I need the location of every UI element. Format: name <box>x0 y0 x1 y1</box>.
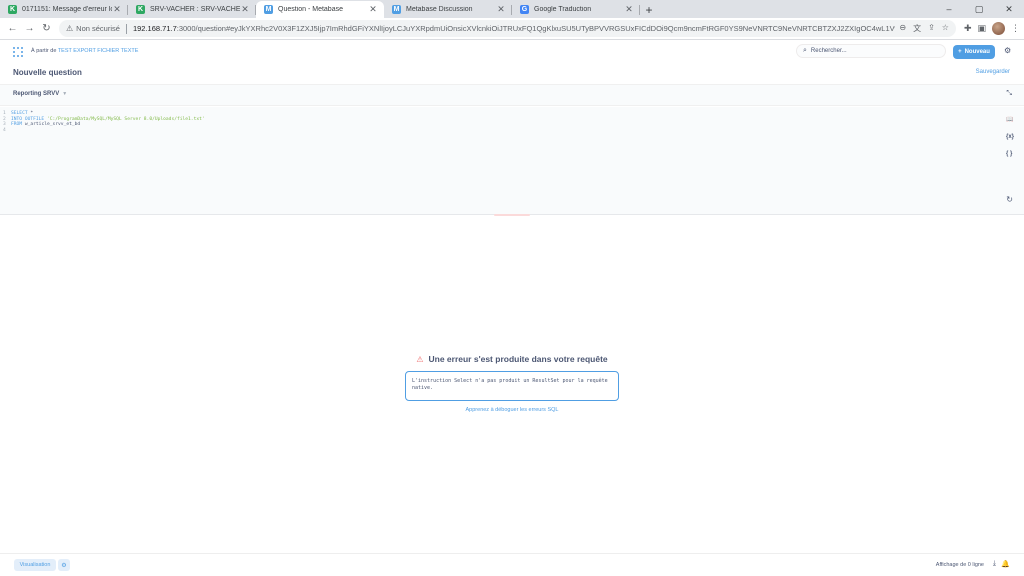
chevron-down-icon: ▼ <box>62 91 68 97</box>
visualization-button[interactable]: Visualisation <box>14 559 56 571</box>
browser-toolbar: ← → ↻ ⚠ Non sécurisé 192.168.71.7:3000/q… <box>0 18 1024 40</box>
code-line[interactable]: 4 <box>3 128 205 134</box>
source-breadcrumb: À partir de TEST EXPORT FICHIER TEXTE <box>31 48 138 54</box>
row-count: Affichage de 0 ligne <box>935 562 984 568</box>
gear-icon[interactable]: ⚙ <box>1004 46 1011 55</box>
variables-icon[interactable]: {x} <box>1006 134 1014 140</box>
sql-editor[interactable]: 1 SELECT * 2 INTO OUTFILE 'C:/ProgramData/M… <box>0 107 1024 215</box>
metabase-logo-icon[interactable] <box>13 47 24 58</box>
close-tab-icon[interactable]: ✕ <box>240 4 250 15</box>
favicon-icon: M <box>392 5 401 14</box>
new-button[interactable]: + Nouveau <box>953 45 995 59</box>
tab-list: K0171151: Message d'erreur lors...✕KSRV-… <box>0 0 640 18</box>
minimize-icon[interactable]: – <box>934 4 964 14</box>
bookmark-star-icon[interactable]: ☆ <box>942 23 949 34</box>
close-tab-icon[interactable]: ✕ <box>368 4 378 15</box>
database-selector[interactable]: Reporting SRVV ▼ <box>13 91 67 97</box>
close-window-icon[interactable]: ✕ <box>994 4 1024 15</box>
editor-tools: 📖 {x} { } <box>1006 116 1014 157</box>
plus-icon: + <box>958 49 962 55</box>
browser-tab[interactable]: M Metabase Discussion ✕ <box>384 1 512 18</box>
database-selector-bar: Reporting SRVV ▼ ⤡ <box>0 84 1024 106</box>
search-icon: ⌕ <box>803 47 807 54</box>
search-placeholder: Rechercher... <box>810 48 847 54</box>
url-text[interactable]: 192.168.71.7:3000/question#eyJkYXRhc2V0X… <box>133 24 895 33</box>
browser-tab[interactable]: K SRV-VACHER : SRV-VACHER ✕ <box>128 1 256 18</box>
browser-tab[interactable]: K 0171151: Message d'erreur lors...✕ <box>0 1 128 18</box>
debug-sql-link[interactable]: Apprenez à déboguer les erreurs SQL <box>0 407 1024 413</box>
browser-tab[interactable]: G Google Traduction ✕ <box>512 1 640 18</box>
warning-icon[interactable]: ⚠ <box>66 24 73 33</box>
snippets-icon[interactable]: { } <box>1006 151 1014 157</box>
source-prefix: À partir de <box>31 48 57 54</box>
favicon-icon: K <box>136 5 145 14</box>
sql-keyword: INTO OUTFILE <box>11 116 45 122</box>
translate-icon[interactable]: 文 <box>913 23 921 34</box>
close-tab-icon[interactable]: ✕ <box>496 4 506 15</box>
new-button-label: Nouveau <box>964 49 990 55</box>
tab-title: Google Traduction <box>534 6 592 13</box>
database-name: Reporting SRVV <box>13 91 60 97</box>
warning-triangle-icon: ⚠ <box>416 355 424 364</box>
url-host: 192.168.71.7 <box>132 24 177 33</box>
search-input[interactable]: ⌕ Rechercher... <box>796 44 946 58</box>
browser-menu-icon[interactable]: ⋮ <box>1011 23 1020 34</box>
tab-title: SRV-VACHER : SRV-VACHER <box>150 6 240 13</box>
close-tab-icon[interactable]: ✕ <box>112 4 122 15</box>
run-query-icon[interactable]: ↻ <box>1006 195 1013 204</box>
window-controls: – ▢ ✕ <box>934 0 1024 18</box>
editor-resize-handle[interactable] <box>494 214 530 216</box>
extensions-icon[interactable]: ✚ <box>964 23 972 34</box>
error-message-box: L'instruction Select n'a pas produit un … <box>405 371 619 401</box>
forward-icon[interactable]: → <box>21 20 38 37</box>
zoom-icon[interactable]: ⊖ <box>899 23 906 34</box>
sql-string: 'C:/ProgramData/MySQL/MySQL Server 8.0/U… <box>46 116 205 122</box>
maximize-icon[interactable]: ▢ <box>964 4 994 15</box>
browser-tab-strip: K0171151: Message d'erreur lors...✕KSRV-… <box>0 0 1024 18</box>
close-tab-icon[interactable]: ✕ <box>624 4 634 15</box>
collapse-editor-icon[interactable]: ⤡ <box>1006 90 1012 98</box>
address-divider <box>125 23 127 34</box>
sql-text: * <box>27 111 34 116</box>
tab-title: 0171151: Message d'erreur lors... <box>22 6 112 13</box>
url-path: :3000/question#eyJkYXRhc2V0X3F1ZXJ5Ijp7I… <box>176 24 896 33</box>
line-number: 4 <box>3 127 6 133</box>
reload-icon[interactable]: ↻ <box>38 20 55 37</box>
tab-separator <box>639 5 640 15</box>
browser-tab[interactable]: M Question - Metabase ✕ <box>256 1 384 18</box>
favicon-icon: K <box>8 5 17 14</box>
alert-bell-icon[interactable]: 🔔 <box>1001 560 1010 568</box>
query-footer: Visualisation ⚙ Affichage de 0 ligne ⤓ 🔔 <box>0 553 1024 576</box>
address-bar[interactable]: ⚠ Non sécurisé 192.168.71.7:3000/questio… <box>59 20 956 37</box>
download-icon[interactable]: ⤓ <box>993 560 996 568</box>
profile-avatar[interactable] <box>992 22 1005 35</box>
sql-keyword: FROM <box>11 122 23 127</box>
save-button[interactable]: Sauvegarder <box>976 69 1010 75</box>
side-panel-icon[interactable]: ▣ <box>977 23 986 34</box>
extension-area: ✚ ▣ ⋮ <box>964 22 1020 35</box>
back-icon[interactable]: ← <box>4 20 21 37</box>
error-heading: ⚠ Une erreur s'est produite dans votre re… <box>0 354 1024 364</box>
address-bar-icons: ⊖ 文 ⇪ ☆ <box>899 23 949 34</box>
sql-code[interactable]: 1 SELECT * 2 INTO OUTFILE 'C:/ProgramData/M… <box>3 111 205 133</box>
source-link[interactable]: TEST EXPORT FICHIER TEXTE <box>58 48 139 54</box>
data-reference-icon[interactable]: 📖 <box>1006 116 1014 123</box>
sql-keyword: SELECT <box>11 111 28 116</box>
security-label[interactable]: Non sécurisé <box>76 24 120 33</box>
settings-icon[interactable]: ⚙ <box>58 559 70 571</box>
favicon-icon: M <box>264 5 273 14</box>
tab-title: Metabase Discussion <box>406 6 473 13</box>
sql-text: w_article_srvv_et_bd <box>22 122 81 127</box>
tab-title: Question - Metabase <box>278 6 343 13</box>
favicon-icon: G <box>520 5 529 14</box>
page-title: Nouvelle question <box>13 68 82 77</box>
new-tab-button[interactable]: + <box>640 1 658 18</box>
share-icon[interactable]: ⇪ <box>928 23 935 34</box>
error-title: Une erreur s'est produite dans votre req… <box>428 354 608 364</box>
